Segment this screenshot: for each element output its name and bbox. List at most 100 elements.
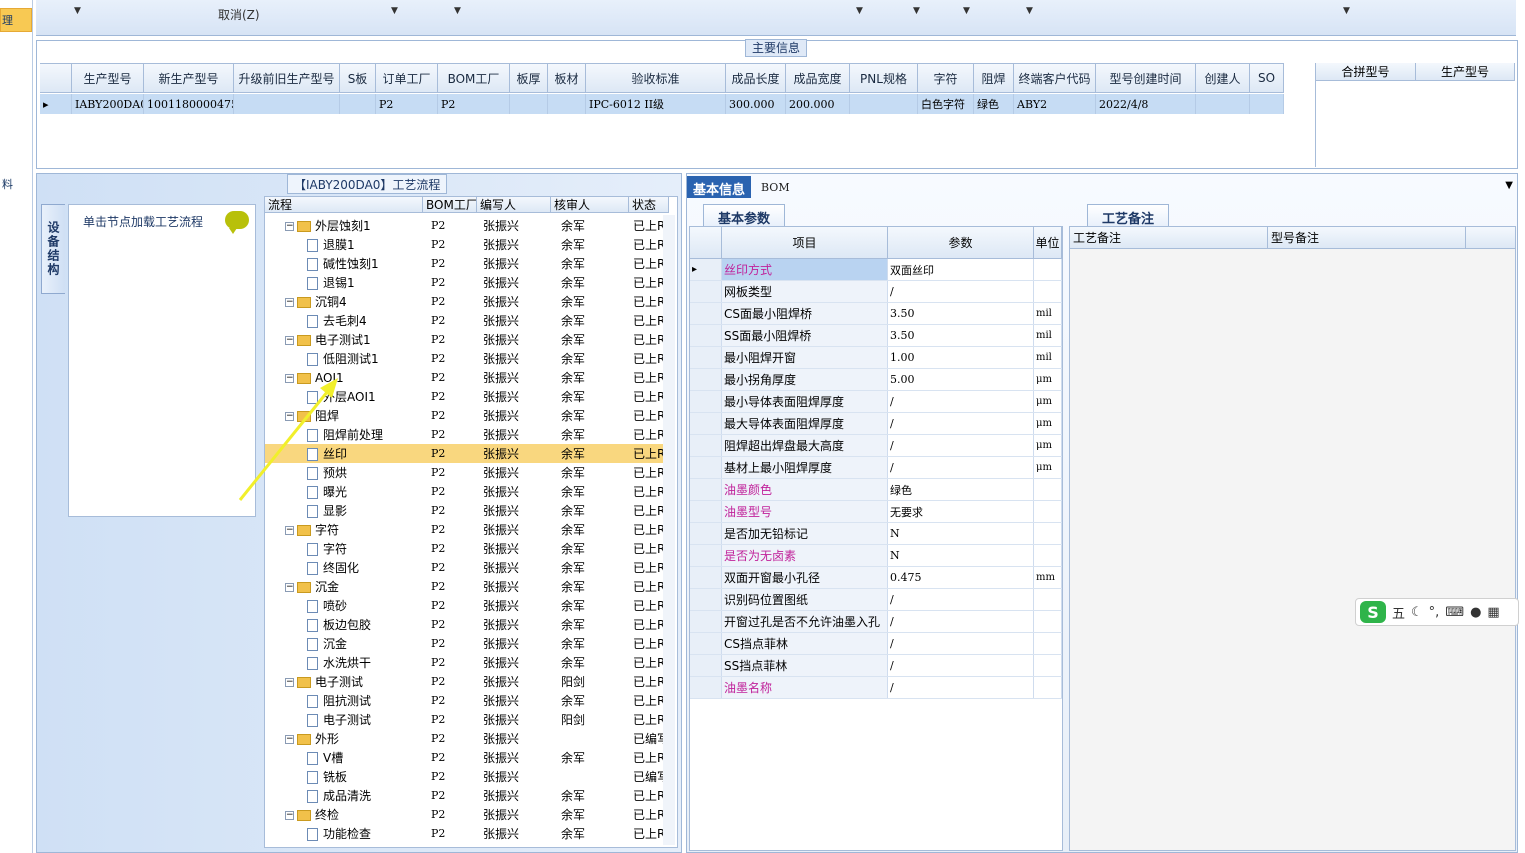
param-value[interactable]: 无要求	[888, 501, 1034, 522]
table-row[interactable]: 退锡1 P2 张振兴 余军 已上R	[265, 273, 669, 292]
table-row[interactable]: 退膜1 P2 张振兴 余军 已上R	[265, 235, 669, 254]
collapse-icon[interactable]: −	[285, 811, 294, 820]
dropdown-arrow-icon[interactable]: ▼	[454, 6, 461, 16]
table-row[interactable]: 最大导体表面阻焊厚度 / μm	[690, 413, 1062, 435]
main-cell[interactable]	[510, 94, 548, 114]
table-row[interactable]: 功能检查 P2 张振兴 余军 已上R	[265, 824, 669, 843]
table-row[interactable]: 最小拐角厚度 5.00 μm	[690, 369, 1062, 391]
main-cell[interactable]: IABY200DA0	[72, 94, 144, 114]
table-row[interactable]: − 字符 P2 张振兴 余军 已上R	[265, 520, 669, 539]
table-row[interactable]: 油墨名称 /	[690, 677, 1062, 699]
flow-col-header[interactable]: 核审人	[551, 197, 629, 212]
main-col-header[interactable]: 升级前旧生产型号	[234, 64, 340, 92]
notes-col-header[interactable]: 型号备注	[1268, 227, 1466, 248]
param-value[interactable]: /	[888, 391, 1034, 412]
param-col-header[interactable]: 参数	[888, 227, 1034, 258]
param-value[interactable]: 0.475	[888, 567, 1034, 588]
flow-col-header[interactable]: 编写人	[477, 197, 551, 212]
table-row[interactable]: 是否加无铅标记 N	[690, 523, 1062, 545]
tab-equipment-structure[interactable]: 设备结构	[41, 204, 65, 294]
main-col-header[interactable]: 字符	[918, 64, 974, 92]
table-row[interactable]: 最小阻焊开窗 1.00 mil	[690, 347, 1062, 369]
collapse-icon[interactable]: −	[285, 526, 294, 535]
main-cell[interactable]	[1196, 94, 1250, 114]
param-value[interactable]: /	[888, 611, 1034, 632]
notes-col-header[interactable]: 工艺备注	[1070, 227, 1268, 248]
param-col-header[interactable]: 单位	[1034, 227, 1062, 258]
collapse-icon[interactable]: −	[285, 336, 294, 345]
table-row[interactable]: 电子测试 P2 张振兴 阳剑 已上R	[265, 710, 669, 729]
main-cell[interactable]: ABY2	[1014, 94, 1096, 114]
tab-bom[interactable]: BOM	[751, 176, 800, 198]
param-col-header[interactable]: 项目	[722, 227, 888, 258]
merge-col-header[interactable]: 生产型号	[1416, 63, 1515, 80]
param-value[interactable]: N	[888, 523, 1034, 544]
main-cell[interactable]	[340, 94, 376, 114]
param-value[interactable]: 5.00	[888, 369, 1034, 390]
table-row[interactable]: 双面开窗最小孔径 0.475 mm	[690, 567, 1062, 589]
collapse-icon[interactable]: −	[285, 298, 294, 307]
param-value[interactable]: /	[888, 281, 1034, 302]
table-row[interactable]: CS面最小阻焊桥 3.50 mil	[690, 303, 1062, 325]
table-row[interactable]: − 电子测试1 P2 张振兴 余军 已上R	[265, 330, 669, 349]
punctuation-icon[interactable]: °,	[1429, 605, 1440, 620]
node-tree-box[interactable]: 单击节点加载工艺流程	[68, 204, 256, 517]
main-cell[interactable]	[850, 94, 918, 114]
table-row[interactable]: 终固化 P2 张振兴 余军 已上R	[265, 558, 669, 577]
collapse-icon[interactable]: −	[285, 222, 294, 231]
table-row[interactable]: 阻抗测试 P2 张振兴 余军 已上R	[265, 691, 669, 710]
collapse-icon[interactable]: −	[285, 678, 294, 687]
dropdown-arrow-icon[interactable]: ▼	[913, 6, 920, 16]
main-col-header[interactable]: 板材	[548, 64, 586, 92]
main-col-header[interactable]: 生产型号	[72, 64, 144, 92]
ime-toolbar[interactable]: S 五 ☾ °, ⌨ ● ▦	[1355, 598, 1519, 626]
merge-col-header[interactable]: 合拼型号	[1316, 63, 1416, 80]
flow-col-header[interactable]: 流程	[265, 197, 423, 212]
table-row[interactable]: 阻焊超出焊盘最大高度 / μm	[690, 435, 1062, 457]
moon-icon[interactable]: ☾	[1411, 605, 1423, 620]
grid-icon[interactable]: ▦	[1487, 605, 1499, 620]
table-row[interactable]: − 外层蚀刻1 P2 张振兴 余军 已上R	[265, 216, 669, 235]
main-col-header[interactable]: 订单工厂	[376, 64, 438, 92]
param-value[interactable]: 绿色	[888, 479, 1034, 500]
param-value[interactable]: /	[888, 435, 1034, 456]
user-icon[interactable]: ●	[1470, 605, 1481, 620]
param-value[interactable]: 1.00	[888, 347, 1034, 368]
tab-basic-info[interactable]: 基本信息	[687, 176, 752, 198]
main-col-header[interactable]: 终端客户代码	[1014, 64, 1096, 92]
tab-dropdown-icon[interactable]: ▼	[1505, 180, 1513, 191]
table-row[interactable]: − 电子测试 P2 张振兴 阳剑 已上R	[265, 672, 669, 691]
dropdown-arrow-icon[interactable]: ▼	[74, 6, 81, 16]
table-row[interactable]: 是否为无卤素 N	[690, 545, 1062, 567]
table-row[interactable]: 字符 P2 张振兴 余军 已上R	[265, 539, 669, 558]
main-cell[interactable]: IPC-6012 II级	[586, 94, 726, 114]
table-row[interactable]: 碱性蚀刻1 P2 张振兴 余军 已上R	[265, 254, 669, 273]
dropdown-arrow-icon[interactable]: ▼	[963, 6, 970, 16]
param-value[interactable]: 3.50	[888, 325, 1034, 346]
table-row[interactable]: 网板类型 /	[690, 281, 1062, 303]
main-col-header[interactable]: 型号创建时间	[1096, 64, 1196, 92]
collapse-icon[interactable]: −	[285, 735, 294, 744]
param-value[interactable]: /	[888, 457, 1034, 478]
table-row[interactable]: 基材上最小阻焊厚度 / μm	[690, 457, 1062, 479]
tab-process-notes[interactable]: 工艺备注	[1087, 204, 1170, 227]
table-row[interactable]: 沉金 P2 张振兴 余军 已上R	[265, 634, 669, 653]
main-col-header[interactable]: BOM工厂	[438, 64, 510, 92]
main-col-header[interactable]: S板	[340, 64, 376, 92]
table-row[interactable]: SS挡点菲林 /	[690, 655, 1062, 677]
main-col-header[interactable]: 板厚	[510, 64, 548, 92]
table-row[interactable]: V槽 P2 张振兴 余军 已上R	[265, 748, 669, 767]
table-row[interactable]: 开窗过孔是否不允许油墨入孔 /	[690, 611, 1062, 633]
main-col-header[interactable]: SO	[1250, 64, 1284, 92]
table-row[interactable]: 油墨型号 无要求	[690, 501, 1062, 523]
main-cell[interactable]: 200.000	[786, 94, 850, 114]
dropdown-arrow-icon[interactable]: ▼	[856, 6, 863, 16]
table-row[interactable]: − 外形 P2 张振兴 已编写	[265, 729, 669, 748]
param-value[interactable]: 3.50	[888, 303, 1034, 324]
main-col-header[interactable]: 阻焊	[974, 64, 1014, 92]
param-value[interactable]: /	[888, 633, 1034, 654]
table-row[interactable]: − 终检 P2 张振兴 余军 已上R	[265, 805, 669, 824]
main-col-header[interactable]: 成品宽度	[786, 64, 850, 92]
main-cell[interactable]: P2	[438, 94, 510, 114]
param-value[interactable]: /	[888, 655, 1034, 676]
